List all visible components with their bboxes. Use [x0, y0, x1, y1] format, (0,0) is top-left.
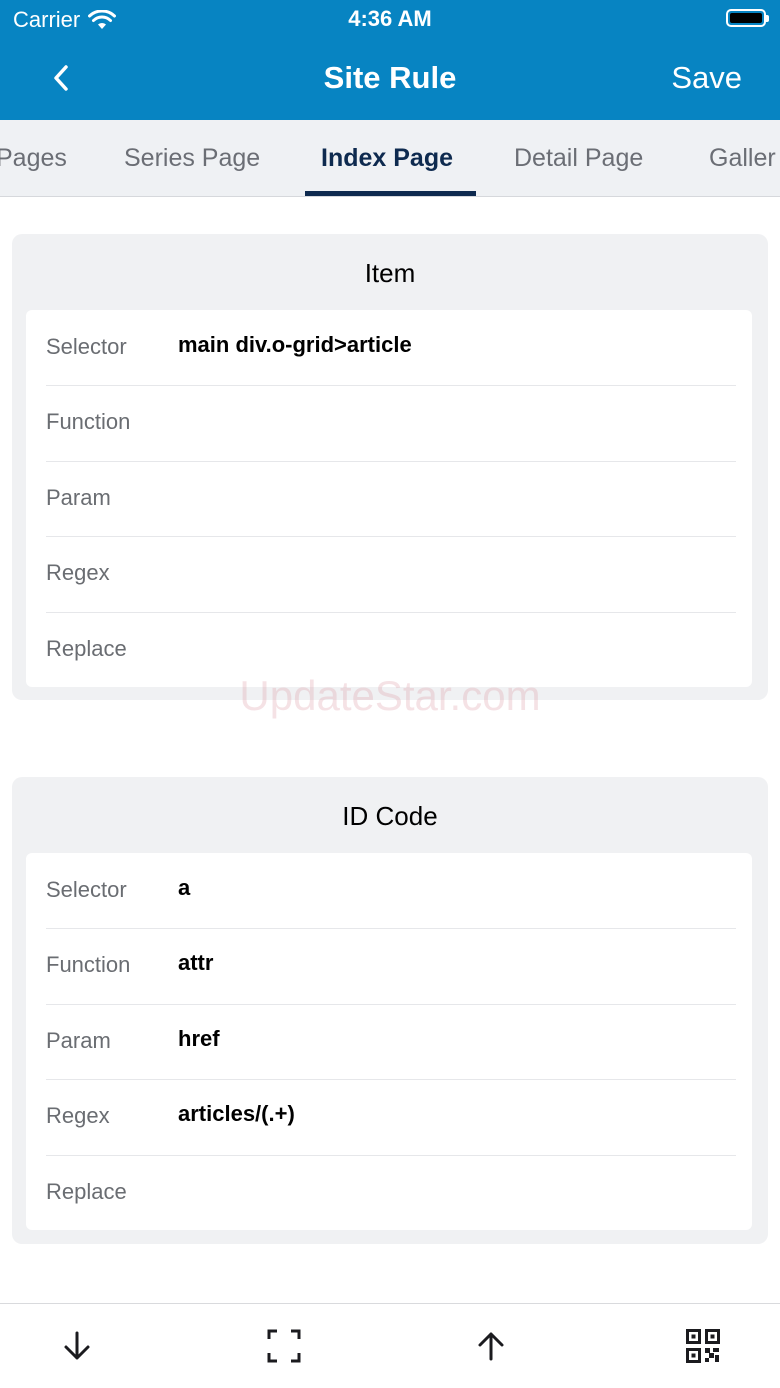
- field-value[interactable]: a: [178, 875, 190, 901]
- field-row-regex[interactable]: Regex articles/(.+): [26, 1079, 752, 1154]
- field-label: Replace: [46, 635, 127, 661]
- field-row-selector[interactable]: Selector a: [26, 853, 752, 928]
- field-value[interactable]: attr: [178, 950, 213, 976]
- tab-series-page[interactable]: Series Page: [124, 144, 260, 173]
- field-row-function[interactable]: Function: [26, 385, 752, 460]
- save-button[interactable]: Save: [671, 60, 742, 96]
- card-title: ID Code: [342, 801, 438, 831]
- active-tab-indicator: [305, 191, 476, 196]
- scan-frame-icon: [267, 1329, 301, 1363]
- field-label: Replace: [46, 1178, 127, 1204]
- move-down-button[interactable]: [57, 1326, 97, 1366]
- id-code-card: ID Code Selector a Function attr Param h…: [12, 777, 768, 1244]
- page-title: Site Rule: [323, 60, 457, 95]
- field-label: Param: [46, 484, 111, 510]
- field-row-replace[interactable]: Replace: [26, 1154, 752, 1230]
- navigation-bar: Carrier 4:36 AM Site Rule Save: [0, 0, 780, 120]
- field-row-function[interactable]: Function attr: [26, 928, 752, 1003]
- field-value[interactable]: articles/(.+): [178, 1101, 295, 1127]
- tab-pages[interactable]: Pages: [0, 144, 67, 173]
- status-time: 4:36 AM: [348, 6, 432, 31]
- qr-code-button[interactable]: [683, 1326, 723, 1366]
- field-row-regex[interactable]: Regex: [26, 536, 752, 611]
- card-title: Item: [364, 258, 416, 288]
- battery-icon: [726, 9, 769, 27]
- qr-code-icon: [686, 1329, 720, 1363]
- field-label: Param: [46, 1027, 111, 1053]
- field-row-selector[interactable]: Selector main div.o-grid>article: [26, 310, 752, 385]
- arrow-up-icon: [478, 1332, 504, 1361]
- tab-gallery-page[interactable]: Galler: [709, 144, 776, 173]
- item-card: Item Selector main div.o-grid>article Fu…: [12, 234, 768, 700]
- field-row-param[interactable]: Param href: [26, 1003, 752, 1079]
- card-fields: Selector main div.o-grid>article Functio…: [26, 310, 752, 687]
- field-label: Regex: [46, 1103, 110, 1129]
- tab-bar: Pages Series Page Index Page Detail Page…: [0, 120, 780, 197]
- field-label: Regex: [46, 560, 110, 586]
- field-row-param[interactable]: Param: [26, 460, 752, 536]
- field-value[interactable]: main div.o-grid>article: [178, 332, 412, 358]
- field-label: Function: [46, 952, 131, 978]
- field-value[interactable]: href: [178, 1026, 220, 1052]
- arrow-down-icon: [64, 1331, 90, 1360]
- move-up-button[interactable]: [471, 1326, 511, 1366]
- tab-detail-page[interactable]: Detail Page: [514, 144, 643, 173]
- scan-button[interactable]: [264, 1326, 304, 1366]
- watermark: UpdateStar.com: [239, 672, 541, 719]
- tab-index-page[interactable]: Index Page: [321, 144, 453, 173]
- field-label: Selector: [46, 334, 127, 359]
- field-label: Selector: [46, 877, 127, 902]
- card-fields: Selector a Function attr Param href Rege…: [26, 853, 752, 1230]
- field-label: Function: [46, 409, 131, 435]
- bottom-toolbar: [0, 1303, 780, 1388]
